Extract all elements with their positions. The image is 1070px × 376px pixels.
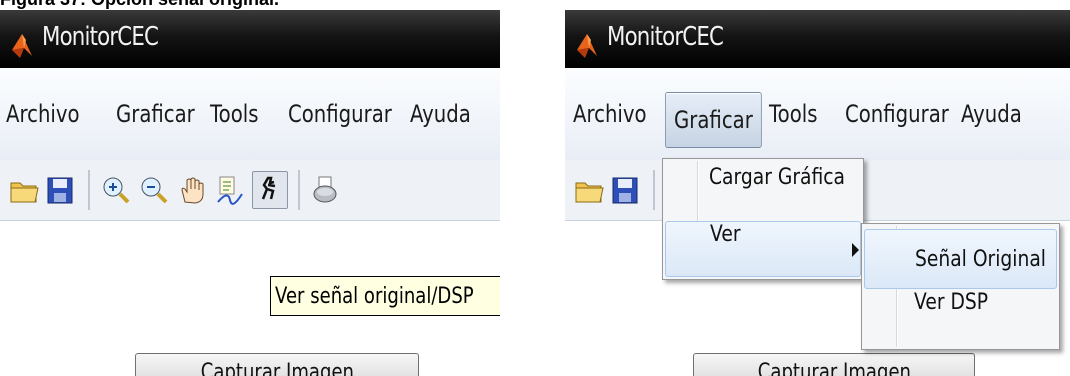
menu-item-senal-original[interactable]: Señal Original	[864, 229, 1057, 289]
left-screenshot: MonitorCEC Archivo Graficar Tools Config…	[0, 10, 500, 376]
title-bar: MonitorCEC	[0, 10, 500, 68]
menu-graficar[interactable]: Graficar	[116, 100, 195, 144]
ver-submenu: Señal Original Ver DSP	[861, 223, 1060, 350]
toolbar-separator	[653, 170, 655, 210]
menu-tools[interactable]: Tools	[769, 100, 817, 144]
menu-item-ver-dsp[interactable]: Ver DSP	[862, 290, 1059, 346]
menu-configurar[interactable]: Configurar	[288, 100, 392, 144]
menu-item-cargar-grafica[interactable]: Cargar Gráfica	[663, 165, 863, 221]
open-folder-icon[interactable]	[8, 174, 40, 206]
matlab-app-icon	[577, 34, 597, 58]
menu-ayuda[interactable]: Ayuda	[410, 100, 471, 144]
capture-image-button[interactable]: Capturar Imagen	[135, 353, 419, 376]
figure-caption: Figura 37: Opción señal original.	[0, 0, 279, 9]
menu-bar: Archivo Graficar Tools Configurar Ayuda	[565, 68, 1070, 160]
menu-archivo[interactable]: Archivo	[6, 100, 80, 144]
right-screenshot: MonitorCEC Archivo Graficar Tools Config…	[565, 10, 1070, 376]
window-title: MonitorCEC	[42, 22, 159, 52]
pan-hand-icon[interactable]	[176, 174, 208, 206]
toolbar-separator	[88, 170, 90, 210]
menu-archivo[interactable]: Archivo	[573, 100, 647, 144]
menu-tools[interactable]: Tools	[210, 100, 258, 144]
save-icon[interactable]	[44, 174, 76, 206]
capture-image-button[interactable]: Capturar Imagen	[693, 353, 975, 376]
submenu-arrow-icon	[852, 243, 859, 257]
toolbar	[0, 160, 500, 221]
menu-configurar[interactable]: Configurar	[845, 100, 949, 144]
print-icon[interactable]	[310, 174, 342, 206]
open-folder-icon[interactable]	[573, 174, 605, 206]
menu-graficar[interactable]: Graficar	[665, 92, 762, 148]
menu-item-ver[interactable]: Ver	[665, 221, 861, 277]
title-bar: MonitorCEC	[565, 10, 1070, 68]
zoom-in-icon[interactable]	[100, 174, 132, 206]
save-icon[interactable]	[609, 174, 641, 206]
tooltip: Ver señal original/DSP	[270, 276, 500, 316]
toolbar-separator	[298, 170, 300, 210]
menu-ayuda[interactable]: Ayuda	[961, 100, 1022, 144]
window-title: MonitorCEC	[607, 22, 724, 52]
matlab-app-icon	[12, 34, 32, 58]
menu-bar: Archivo Graficar Tools Configurar Ayuda	[0, 68, 500, 160]
zoom-out-icon[interactable]	[138, 174, 170, 206]
data-cursor-icon[interactable]	[214, 174, 246, 206]
graficar-dropdown: Cargar Gráfica Ver	[662, 158, 864, 280]
signal-view-icon[interactable]	[252, 171, 288, 209]
